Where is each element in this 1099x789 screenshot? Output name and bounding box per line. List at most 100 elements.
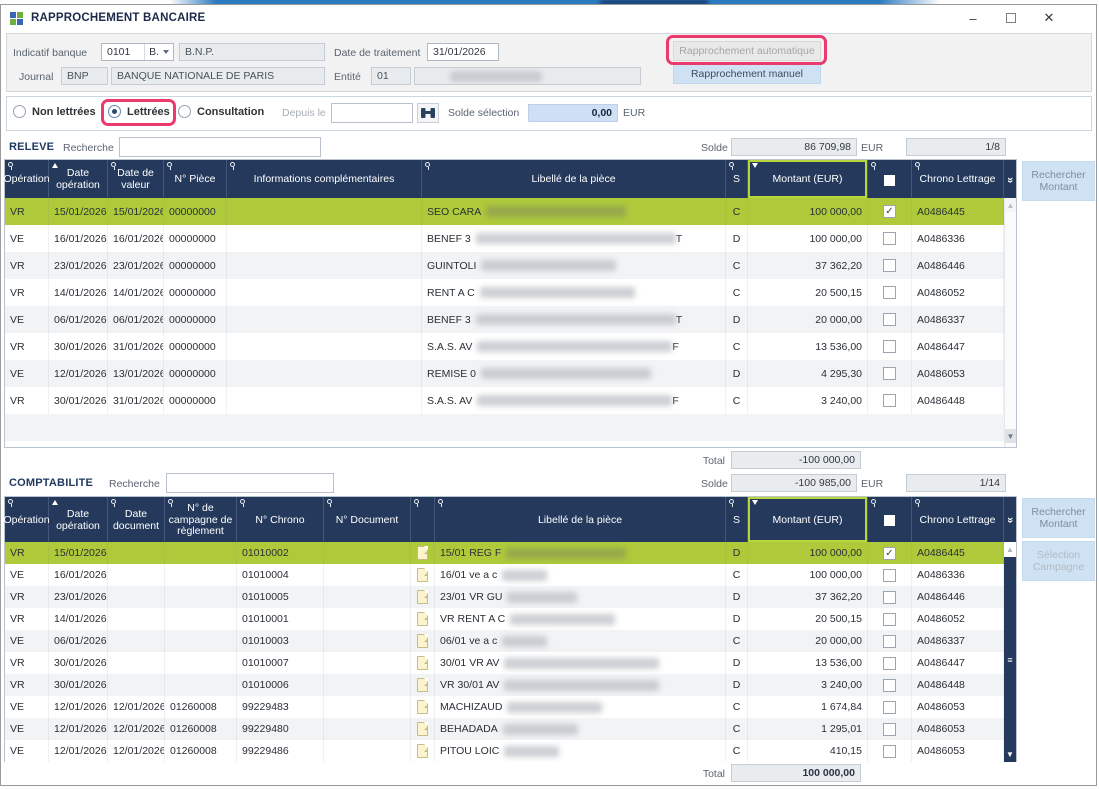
col-header-s[interactable]: S <box>726 160 748 198</box>
scroll-down-button[interactable]: ▼ <box>1004 747 1016 761</box>
radio-non-lettrees-label[interactable]: Non lettrées <box>32 106 96 118</box>
select-all-checkbox[interactable] <box>884 515 895 526</box>
row-checkbox[interactable] <box>883 547 896 560</box>
table-row[interactable]: VE 12/01/2026 12/01/2026 01260008 992294… <box>5 740 1016 762</box>
row-checkbox[interactable] <box>883 205 896 218</box>
scroll-up-button[interactable]: ▲ <box>1005 198 1016 212</box>
date-traitement-field[interactable]: 31/01/2026 <box>427 43 499 61</box>
document-icon[interactable] <box>417 546 428 560</box>
col-header-date-operation[interactable]: Date opération <box>49 160 108 198</box>
col-header-chrono[interactable]: Chrono Lettrage <box>912 497 1004 542</box>
table-row[interactable]: VR 23/01/2026 23/01/2026 00000000 GUINTO… <box>5 252 1016 279</box>
document-icon[interactable] <box>417 656 428 670</box>
table-row[interactable]: VR 30/01/2026 01010007 30/01 VR AV D 13 … <box>5 652 1016 674</box>
scroll-up-button[interactable]: ▲ <box>1004 542 1016 557</box>
col-header-date-valeur[interactable]: Date de valeur <box>108 160 164 198</box>
col-header-infos[interactable]: Informations complémentaires <box>227 160 422 198</box>
col-header-montant[interactable]: Montant (EUR) <box>748 497 868 542</box>
radio-non-lettrees[interactable] <box>13 105 26 118</box>
indicatif-dropdown[interactable]: B. <box>144 44 173 60</box>
releve-rechercher-montant-button[interactable]: Rechercher Montant <box>1022 161 1095 201</box>
document-icon[interactable] <box>417 700 428 714</box>
table-row[interactable]: VE 06/01/2026 06/01/2026 00000000 BENEF … <box>5 306 1016 333</box>
compta-recherche-input[interactable] <box>166 473 334 493</box>
col-header-operation[interactable]: Opération <box>5 160 49 198</box>
col-header-expand[interactable]: » <box>1004 160 1016 198</box>
row-checkbox[interactable] <box>883 394 896 407</box>
row-checkbox[interactable] <box>883 569 896 582</box>
row-checkbox[interactable] <box>883 340 896 353</box>
rapprochement-automatique-button[interactable]: Rapprochement automatique <box>673 41 821 61</box>
radio-consultation[interactable] <box>178 105 191 118</box>
row-checkbox[interactable] <box>883 232 896 245</box>
row-checkbox[interactable] <box>883 259 896 272</box>
maximize-button[interactable] <box>996 8 1026 28</box>
row-checkbox[interactable] <box>883 591 896 604</box>
depuis-le-input[interactable] <box>331 103 413 123</box>
table-row[interactable]: VR 15/01/2026 15/01/2026 00000000 SEO CA… <box>5 198 1016 225</box>
indicatif-banque-combo[interactable]: 0101 B. <box>101 43 174 61</box>
compta-scrollbar[interactable]: ▲ ≡ ▼ <box>1004 542 1016 762</box>
close-button[interactable]: ✕ <box>1034 8 1064 28</box>
table-row[interactable]: VE 16/01/2026 01010004 16/01 ve a c C 10… <box>5 564 1016 586</box>
select-all-checkbox[interactable] <box>884 175 895 186</box>
row-checkbox[interactable] <box>883 367 896 380</box>
scroll-down-button[interactable]: ▼ <box>1005 429 1016 443</box>
search-binoculars-button[interactable] <box>417 103 439 123</box>
row-checkbox[interactable] <box>883 613 896 626</box>
radio-lettrees[interactable] <box>108 105 121 118</box>
rapprochement-manuel-button[interactable]: Rapprochement manuel <box>673 64 821 84</box>
row-checkbox[interactable] <box>883 657 896 670</box>
col-header-libelle[interactable]: Libellé de la pièce <box>435 497 726 542</box>
table-row[interactable]: VR 30/01/2026 31/01/2026 00000000 S.A.S.… <box>5 387 1016 414</box>
releve-scrollbar[interactable]: ▲ ▼ <box>1004 198 1016 447</box>
row-checkbox[interactable] <box>883 679 896 692</box>
col-header-document-icon[interactable] <box>411 497 435 542</box>
table-row[interactable]: VR 15/01/2026 01010002 15/01 REG F D 100… <box>5 542 1016 564</box>
col-header-operation[interactable]: Opération <box>5 497 49 542</box>
table-row[interactable]: VE 12/01/2026 12/01/2026 01260008 992294… <box>5 718 1016 740</box>
document-icon[interactable] <box>417 634 428 648</box>
col-header-chrono[interactable]: Chrono Lettrage <box>912 160 1004 198</box>
col-header-select-all[interactable] <box>868 160 912 198</box>
document-icon[interactable] <box>417 612 428 626</box>
selection-campagne-button[interactable]: Sélection Campagne <box>1022 541 1095 581</box>
table-row[interactable]: VR 30/01/2026 01010006 VR 30/01 AV D 3 2… <box>5 674 1016 696</box>
document-icon[interactable] <box>417 568 428 582</box>
col-header-montant[interactable]: Montant (EUR) <box>748 160 868 198</box>
col-header-expand[interactable]: » <box>1004 497 1016 542</box>
col-header-date-document[interactable]: Date document <box>108 497 165 542</box>
table-row[interactable]: VE 16/01/2026 16/01/2026 00000000 BENEF … <box>5 225 1016 252</box>
scroll-thumb[interactable]: ≡ <box>1004 557 1016 762</box>
radio-lettrees-label[interactable]: Lettrées <box>127 106 170 118</box>
document-icon[interactable] <box>417 590 428 604</box>
row-checkbox[interactable] <box>883 701 896 714</box>
row-checkbox[interactable] <box>883 723 896 736</box>
col-header-chrono-no[interactable]: N° Chrono <box>237 497 324 542</box>
table-row[interactable]: VR 14/01/2026 14/01/2026 00000000 RENT A… <box>5 279 1016 306</box>
document-icon[interactable] <box>417 722 428 736</box>
document-icon[interactable] <box>417 678 428 692</box>
table-row[interactable]: VE 12/01/2026 12/01/2026 01260008 992294… <box>5 696 1016 718</box>
releve-recherche-input[interactable] <box>119 137 321 157</box>
table-row[interactable]: VE 06/01/2026 01010003 06/01 ve a c C 20… <box>5 630 1016 652</box>
row-checkbox[interactable] <box>883 745 896 758</box>
col-header-s[interactable]: S <box>726 497 748 542</box>
minimize-button[interactable]: – <box>958 8 988 28</box>
col-header-document-no[interactable]: N° Document <box>324 497 411 542</box>
row-checkbox[interactable] <box>883 635 896 648</box>
document-icon[interactable] <box>417 744 428 758</box>
table-row[interactable]: VR 23/01/2026 01010005 23/01 VR GU D 37 … <box>5 586 1016 608</box>
col-header-piece[interactable]: N° Pièce <box>164 160 227 198</box>
table-row[interactable]: VE 12/01/2026 13/01/2026 00000000 REMISE… <box>5 360 1016 387</box>
compta-rechercher-montant-button[interactable]: Rechercher Montant <box>1022 498 1095 538</box>
table-row[interactable]: VR 30/01/2026 31/01/2026 00000000 S.A.S.… <box>5 333 1016 360</box>
col-header-date-operation[interactable]: Date opération <box>49 497 108 542</box>
table-row[interactable]: VR 14/01/2026 01010001 VR RENT A C D 20 … <box>5 608 1016 630</box>
row-checkbox[interactable] <box>883 286 896 299</box>
col-header-campagne[interactable]: N° de campagne de règlement <box>165 497 237 542</box>
radio-consultation-label[interactable]: Consultation <box>197 106 264 118</box>
col-header-libelle[interactable]: Libellé de la pièce <box>422 160 726 198</box>
col-header-select-all[interactable] <box>868 497 912 542</box>
row-checkbox[interactable] <box>883 313 896 326</box>
